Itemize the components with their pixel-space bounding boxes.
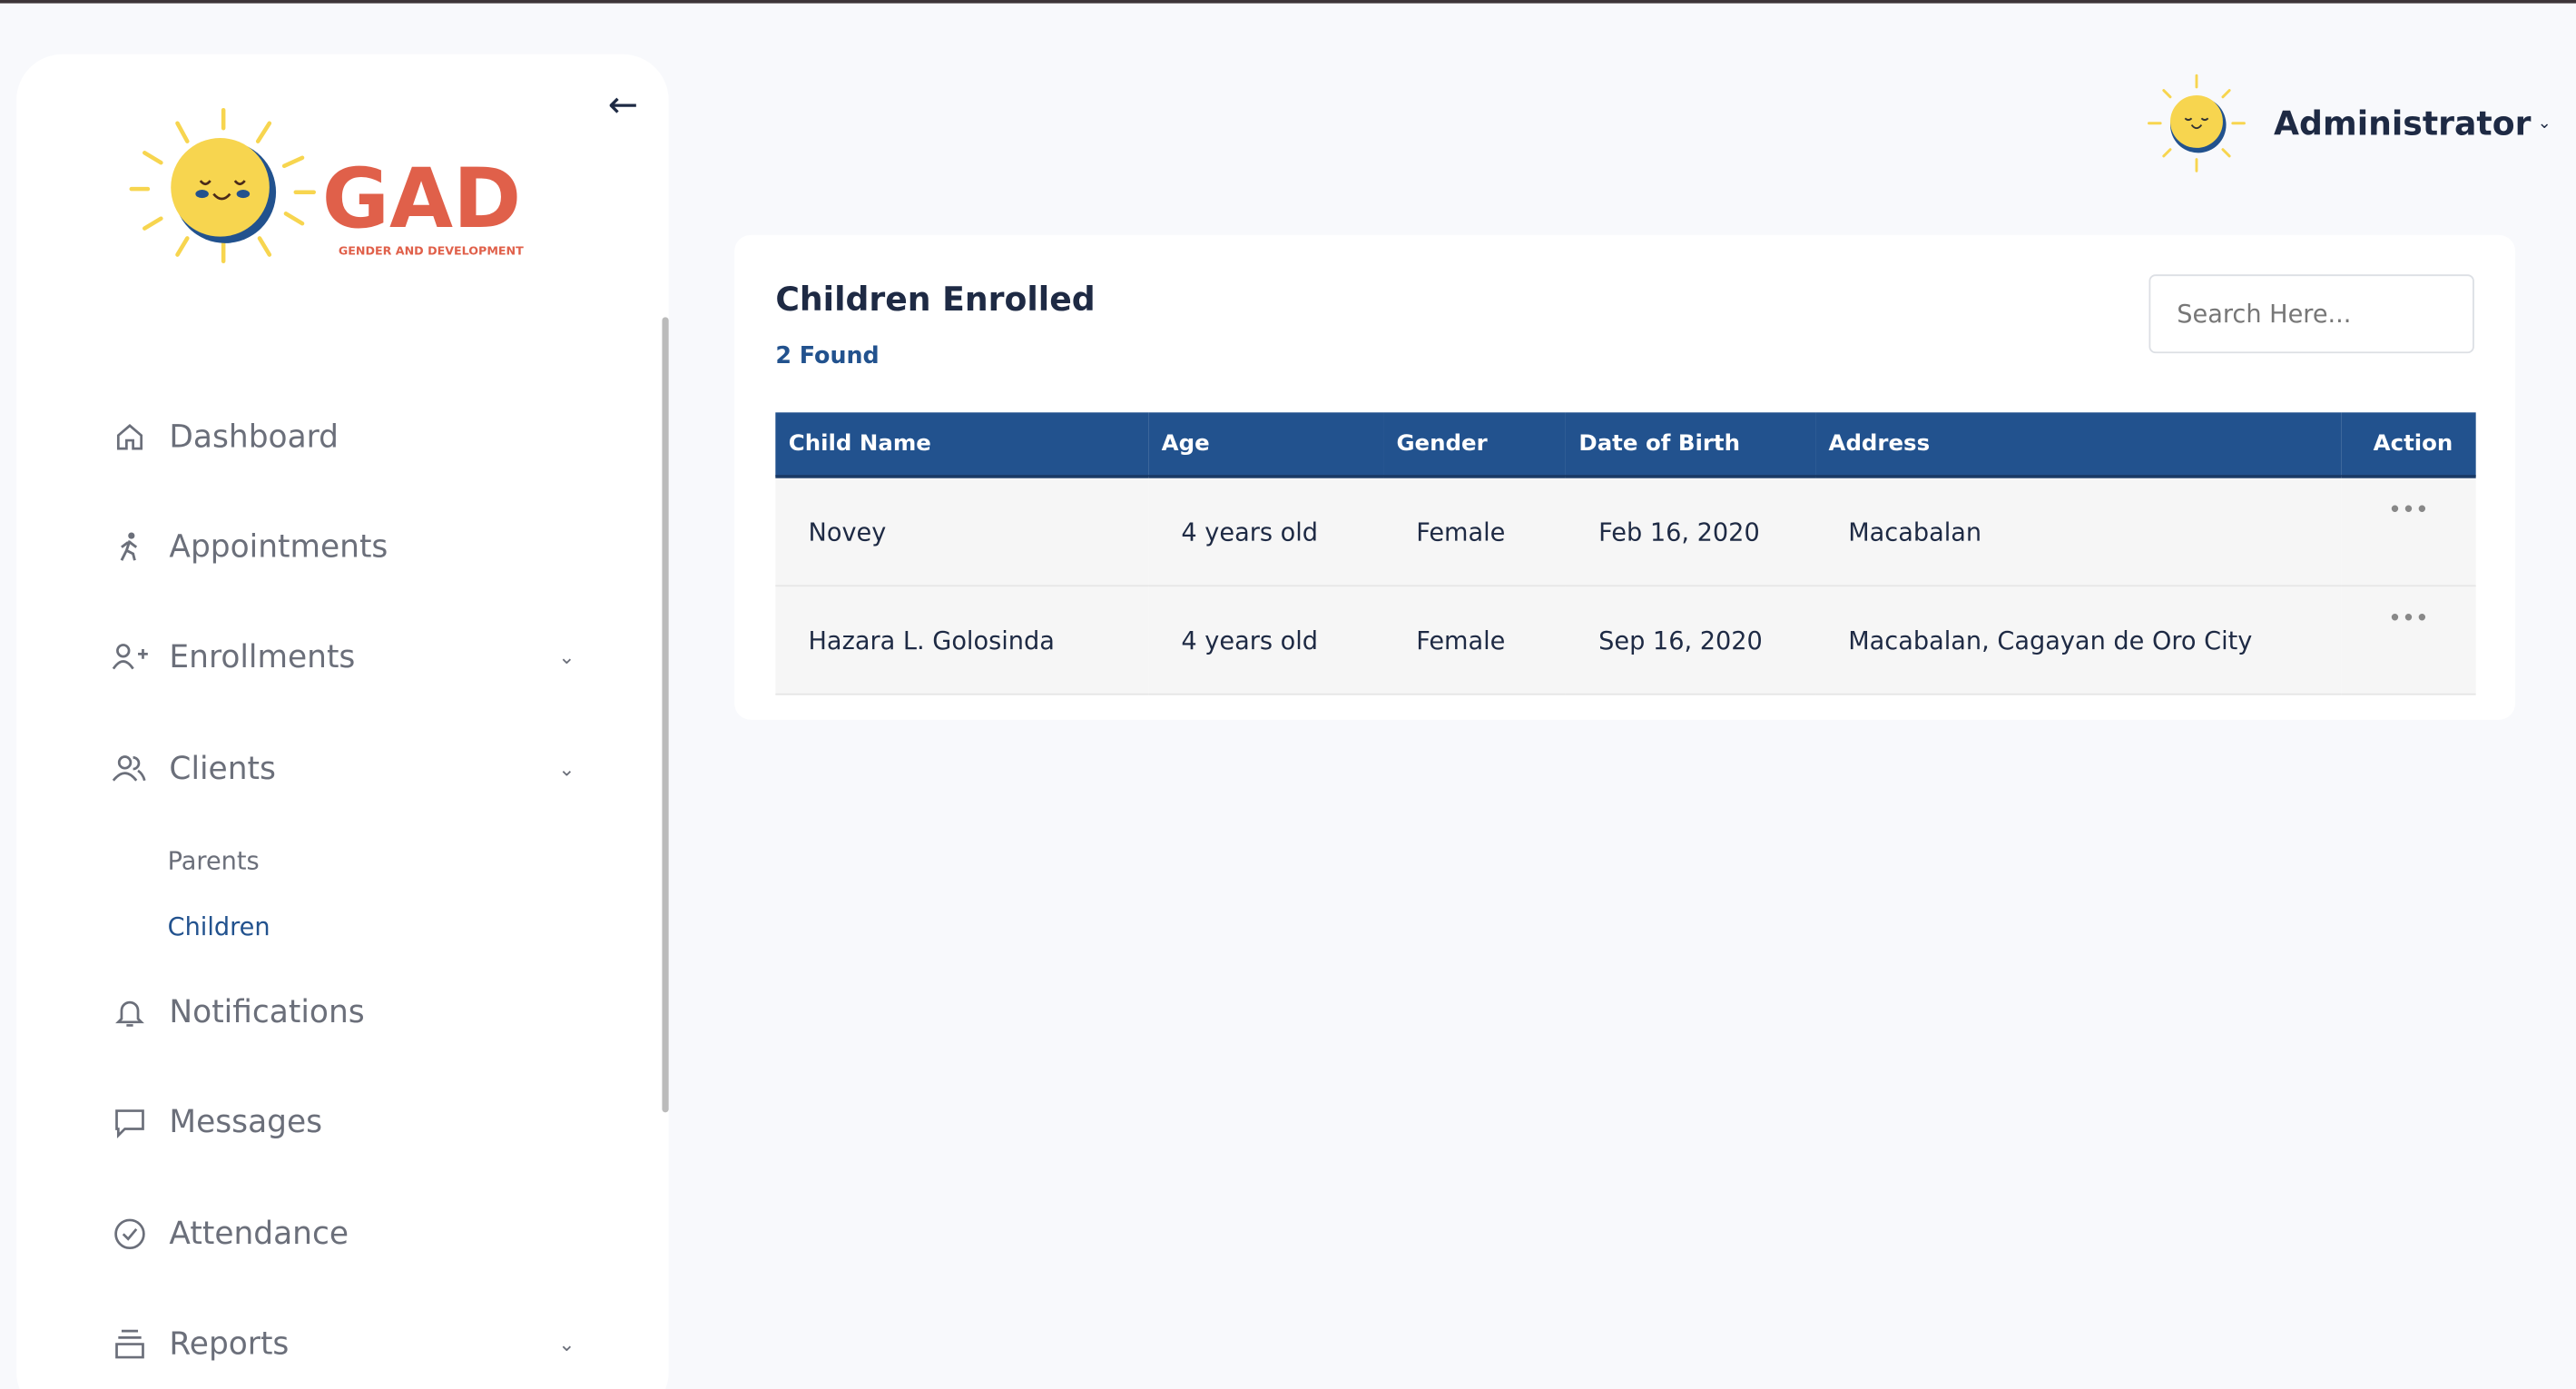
table-header-row: Child Name Age Gender Date of Birth Addr… <box>775 412 2476 478</box>
children-enrolled-card: Children Enrolled 2 Found Child Name Age… <box>734 234 2516 720</box>
sidebar-subitem-children[interactable]: Children <box>168 912 270 942</box>
svg-text:GAD: GAD <box>322 152 521 247</box>
sidebar-item-clients[interactable]: Clients ⌄ <box>112 751 575 787</box>
children-table: Child Name Age Gender Date of Birth Addr… <box>775 412 2476 695</box>
sidebar-item-appointments[interactable]: Appointments <box>112 529 575 566</box>
result-count: 2 Found <box>775 343 880 370</box>
sidebar-item-label: Messages <box>169 1104 323 1141</box>
table-row: Hazara L. Golosinda 4 years old Female S… <box>775 586 2476 695</box>
walking-person-icon <box>112 529 148 566</box>
sidebar-item-label: Clients <box>169 751 276 787</box>
user-menu[interactable]: Administrator ⌄ <box>2146 73 2551 174</box>
search-input[interactable] <box>2148 274 2474 354</box>
user-name[interactable]: Administrator <box>2274 103 2531 143</box>
chevron-down-icon[interactable]: ⌄ <box>558 1333 575 1355</box>
column-header-age[interactable]: Age <box>1148 412 1384 478</box>
users-icon <box>112 751 148 787</box>
sidebar-item-reports[interactable]: Reports ⌄ <box>112 1325 575 1363</box>
cell-gender: Female <box>1383 476 1566 587</box>
cell-address: Macabalan, Cagayan de Oro City <box>1815 586 2342 695</box>
avatar-sun-icon <box>2148 74 2246 172</box>
sidebar-subitem-parents[interactable]: Parents <box>168 846 260 876</box>
message-icon <box>112 1104 148 1140</box>
cell-date-of-birth: Sep 16, 2020 <box>1565 586 1816 695</box>
page-title: Children Enrolled <box>775 279 1096 320</box>
chevron-down-icon[interactable]: ⌄ <box>558 757 575 780</box>
cell-date-of-birth: Feb 16, 2020 <box>1565 476 1816 587</box>
cell-address: Macabalan <box>1815 476 2342 587</box>
chevron-down-icon[interactable]: ⌄ <box>558 645 575 668</box>
more-actions-icon[interactable]: ••• <box>2341 476 2476 587</box>
gad-logo: GAD GENDER AND DEVELOPMENT <box>129 108 524 264</box>
home-icon <box>112 419 148 456</box>
cell-child-name: Novey <box>775 476 1149 587</box>
check-circle-icon <box>112 1216 148 1252</box>
sidebar-item-label: Appointments <box>169 528 388 566</box>
cell-age: 4 years old <box>1148 476 1384 587</box>
sidebar-scrollbar[interactable] <box>662 317 669 1113</box>
sidebar-item-label: Enrollments <box>169 639 356 675</box>
chevron-down-icon[interactable]: ⌄ <box>2538 114 2551 133</box>
column-header-child-name[interactable]: Child Name <box>775 412 1149 478</box>
stack-icon <box>112 1326 148 1363</box>
column-header-date-of-birth[interactable]: Date of Birth <box>1565 412 1816 478</box>
sidebar-item-label: Dashboard <box>169 419 339 456</box>
sidebar-item-dashboard[interactable]: Dashboard <box>112 419 575 456</box>
sidebar-item-enrollments[interactable]: Enrollments ⌄ <box>112 639 575 675</box>
svg-text:GENDER AND DEVELOPMENT: GENDER AND DEVELOPMENT <box>339 244 524 258</box>
column-header-address[interactable]: Address <box>1815 412 2342 478</box>
column-header-gender[interactable]: Gender <box>1383 412 1566 478</box>
column-header-action: Action <box>2341 412 2476 478</box>
collapse-sidebar-back-arrow-icon[interactable]: ← <box>608 85 638 126</box>
sidebar-item-label: Reports <box>169 1325 290 1363</box>
sidebar-item-label: Notifications <box>169 994 365 1030</box>
more-actions-icon[interactable]: ••• <box>2341 586 2476 695</box>
cell-age: 4 years old <box>1148 586 1384 695</box>
cell-gender: Female <box>1383 586 1566 695</box>
table-row: Novey 4 years old Female Feb 16, 2020 Ma… <box>775 476 2476 587</box>
user-plus-icon <box>112 639 148 675</box>
sidebar-item-notifications[interactable]: Notifications <box>112 994 575 1030</box>
bell-icon <box>112 994 148 1030</box>
sidebar-item-attendance[interactable]: Attendance <box>112 1216 575 1252</box>
sidebar-item-messages[interactable]: Messages <box>112 1104 575 1140</box>
sidebar: GAD GENDER AND DEVELOPMENT ← Dashboard A… <box>16 54 669 1389</box>
window-top-border <box>0 0 2576 4</box>
sidebar-item-label: Attendance <box>169 1216 349 1253</box>
cell-child-name: Hazara L. Golosinda <box>775 586 1149 695</box>
